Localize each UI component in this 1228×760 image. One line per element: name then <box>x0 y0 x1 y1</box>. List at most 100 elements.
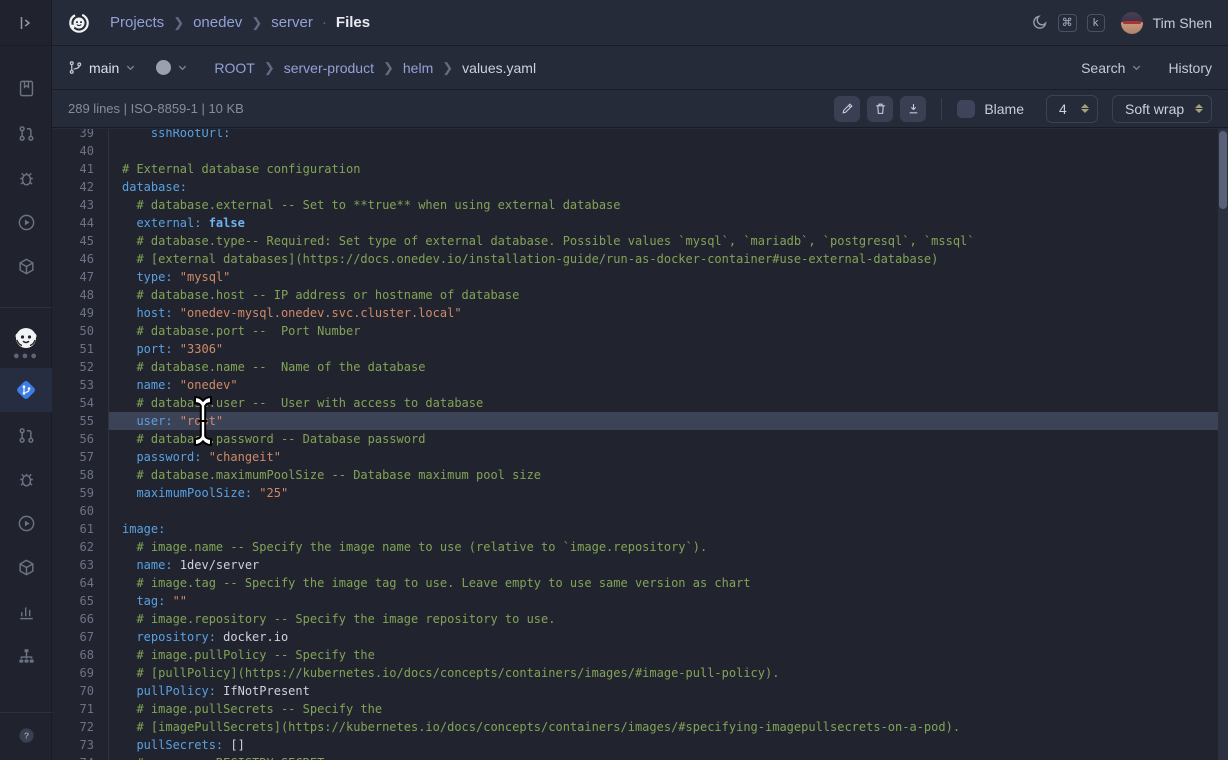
edit-file-button[interactable] <box>834 96 860 122</box>
line-number[interactable]: 59 <box>52 484 109 502</box>
line-number[interactable]: 67 <box>52 628 109 646</box>
code-line[interactable]: 49 host: "onedev-mysql.onedev.svc.cluste… <box>52 304 1218 322</box>
sidebar-item-packages[interactable] <box>0 244 52 288</box>
delete-file-button[interactable] <box>867 96 893 122</box>
line-number[interactable]: 45 <box>52 232 109 250</box>
line-number[interactable]: 48 <box>52 286 109 304</box>
code-line[interactable]: 46 # [external databases](https://docs.o… <box>52 250 1218 268</box>
code-line[interactable]: 43 # database.external -- Set to **true*… <box>52 196 1218 214</box>
line-number[interactable]: 61 <box>52 520 109 538</box>
download-file-button[interactable] <box>900 96 926 122</box>
sidebar-item-hierarchy[interactable] <box>0 633 52 677</box>
code-line[interactable]: 58 # database.maximumPoolSize -- Databas… <box>52 466 1218 484</box>
line-number[interactable]: 55 <box>52 412 109 430</box>
spinner-arrows-icon[interactable] <box>1195 104 1203 113</box>
scrollbar-track[interactable] <box>1218 129 1228 760</box>
line-number[interactable]: 52 <box>52 358 109 376</box>
line-number[interactable]: 62 <box>52 538 109 556</box>
line-number[interactable]: 47 <box>52 268 109 286</box>
line-number[interactable]: 69 <box>52 664 109 682</box>
code-editor[interactable]: 39 sshRootUrl:4041# External database co… <box>52 129 1228 760</box>
line-number[interactable]: 39 <box>52 129 109 142</box>
onedev-logo-icon[interactable] <box>68 12 90 34</box>
breadcrumb-subproject[interactable]: server <box>271 14 313 31</box>
code-line[interactable]: 74 # - name: REGISTRY-SECRET <box>52 754 1218 760</box>
code-line[interactable]: 64 # image.tag -- Specify the image tag … <box>52 574 1218 592</box>
line-number[interactable]: 53 <box>52 376 109 394</box>
branch-selector[interactable]: main <box>68 60 136 76</box>
code-line[interactable]: 62 # image.name -- Specify the image nam… <box>52 538 1218 556</box>
sidebar-item-project-issues[interactable] <box>0 457 52 501</box>
sidebar-expand-button[interactable] <box>0 0 52 46</box>
sidebar-item-files-active[interactable] <box>0 368 52 412</box>
line-number[interactable]: 71 <box>52 700 109 718</box>
code-line[interactable]: 47 type: "mysql" <box>52 268 1218 286</box>
code-line[interactable]: 45 # database.type-- Required: Set type … <box>52 232 1218 250</box>
sidebar-item-stats[interactable] <box>0 589 52 633</box>
code-line[interactable]: 72 # [imagePullSecrets](https://kubernet… <box>52 718 1218 736</box>
code-line[interactable]: 41# External database configuration <box>52 160 1218 178</box>
code-line[interactable]: 56 # database.password -- Database passw… <box>52 430 1218 448</box>
code-line[interactable]: 59 maximumPoolSize: "25" <box>52 484 1218 502</box>
code-line[interactable]: 51 port: "3306" <box>52 340 1218 358</box>
project-more-dots-icon[interactable]: ●●● <box>0 348 52 364</box>
line-number[interactable]: 44 <box>52 214 109 232</box>
line-number[interactable]: 74 <box>52 754 109 760</box>
code-line[interactable]: 70 pullPolicy: IfNotPresent <box>52 682 1218 700</box>
code-line[interactable]: 63 name: 1dev/server <box>52 556 1218 574</box>
line-number[interactable]: 63 <box>52 556 109 574</box>
tab-size-input[interactable]: 4 <box>1046 95 1098 123</box>
line-number[interactable]: 70 <box>52 682 109 700</box>
line-number[interactable]: 65 <box>52 592 109 610</box>
user-name[interactable]: Tim Shen <box>1153 15 1212 31</box>
path-folder[interactable]: server-product <box>284 60 374 76</box>
code-line[interactable]: 39 sshRootUrl: <box>52 129 1218 142</box>
code-line[interactable]: 55 user: "root" <box>52 412 1218 430</box>
code-line[interactable]: 69 # [pullPolicy](https://kubernetes.io/… <box>52 664 1218 682</box>
line-number[interactable]: 56 <box>52 430 109 448</box>
line-number[interactable]: 40 <box>52 142 109 160</box>
line-number[interactable]: 42 <box>52 178 109 196</box>
sidebar-item-project-builds[interactable] <box>0 501 52 545</box>
code-line[interactable]: 54 # database.user -- User with access t… <box>52 394 1218 412</box>
scrollbar-thumb[interactable] <box>1219 131 1227 209</box>
sidebar-item-issues[interactable] <box>0 156 52 200</box>
code-line[interactable]: 42database: <box>52 178 1218 196</box>
history-button[interactable]: History <box>1168 60 1212 76</box>
code-line[interactable]: 48 # database.host -- IP address or host… <box>52 286 1218 304</box>
blame-checkbox[interactable] <box>957 100 975 118</box>
code-line[interactable]: 57 password: "changeit" <box>52 448 1218 466</box>
code-line[interactable]: 66 # image.repository -- Specify the ima… <box>52 610 1218 628</box>
path-folder[interactable]: helm <box>403 60 433 76</box>
commit-status-dot[interactable] <box>156 60 171 75</box>
code-line[interactable]: 60 <box>52 502 1218 520</box>
sidebar-item-builds[interactable] <box>0 200 52 244</box>
line-number[interactable]: 68 <box>52 646 109 664</box>
code-line[interactable]: 68 # image.pullPolicy -- Specify the <box>52 646 1218 664</box>
breadcrumb-projects[interactable]: Projects <box>110 14 164 31</box>
wrap-mode-select[interactable]: Soft wrap <box>1112 95 1212 123</box>
code-line[interactable]: 40 <box>52 142 1218 160</box>
line-number[interactable]: 41 <box>52 160 109 178</box>
code-line[interactable]: 52 # database.name -- Name of the databa… <box>52 358 1218 376</box>
line-number[interactable]: 72 <box>52 718 109 736</box>
chevron-down-icon[interactable] <box>177 62 188 73</box>
line-number[interactable]: 54 <box>52 394 109 412</box>
code-line[interactable]: 53 name: "onedev" <box>52 376 1218 394</box>
line-number[interactable]: 66 <box>52 610 109 628</box>
code-line[interactable]: 61image: <box>52 520 1218 538</box>
code-line[interactable]: 67 repository: docker.io <box>52 628 1218 646</box>
code-line[interactable]: 44 external: false <box>52 214 1218 232</box>
search-button[interactable]: Search <box>1081 60 1142 76</box>
sidebar-item-code-docs[interactable] <box>0 66 52 110</box>
path-root[interactable]: ROOT <box>214 60 254 76</box>
sidebar-item-project-pull-requests[interactable] <box>0 413 52 457</box>
breadcrumb-project[interactable]: onedev <box>193 14 242 31</box>
line-number[interactable]: 51 <box>52 340 109 358</box>
sidebar-item-help[interactable]: ? <box>0 713 52 757</box>
spinner-arrows-icon[interactable] <box>1081 104 1089 113</box>
line-number[interactable]: 49 <box>52 304 109 322</box>
code-line[interactable]: 73 pullSecrets: [] <box>52 736 1218 754</box>
dark-mode-toggle[interactable] <box>1031 14 1048 31</box>
line-number[interactable]: 46 <box>52 250 109 268</box>
